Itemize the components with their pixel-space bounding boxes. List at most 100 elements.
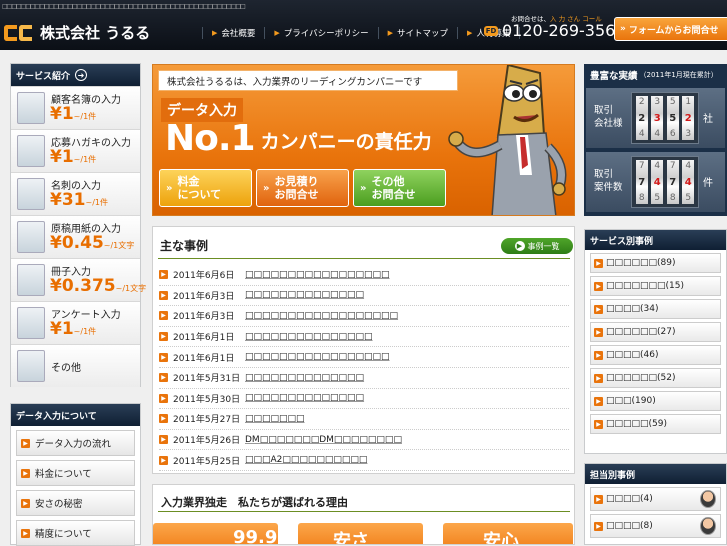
service-item-customer-list[interactable]: 顧客名簿の入力 ¥1~/1件	[11, 86, 140, 129]
avatar	[700, 490, 716, 508]
arrow-right-icon: ▶	[212, 29, 218, 37]
staff-link[interactable]: ▶ □□□□(8)	[590, 514, 721, 538]
hero-other-inquiry-button[interactable]: » その他 お問合せ	[353, 169, 446, 207]
case-link[interactable]: □□□A2□□□□□□□□□□	[245, 455, 367, 465]
case-row: ▶ 2011年6月1日 □□□□□□□□□□□□□□□	[159, 327, 569, 348]
logo-mark-icon	[4, 24, 34, 41]
arrow-right-icon: ▶	[594, 281, 603, 291]
case-link[interactable]: □□□□□□□□□□□□□□	[245, 393, 364, 403]
contact-form-button[interactable]: » フォームからお問合せ	[614, 17, 727, 41]
why-chosen-section: 入力業界独走 私たちが選ばれる理由 99.98 安さ 安心	[152, 484, 575, 545]
counter-digit: 224	[635, 96, 648, 140]
case-row: ▶ 2011年5月25日 □□□A2□□□□□□□□□□	[159, 450, 569, 471]
link-accuracy[interactable]: ▶ 精度について	[16, 520, 135, 546]
cases-by-service-panel: サービス別事例 ▶ □□□□□□(89) ▶ □□□□□□□(15) ▶ □□□□(3…	[584, 229, 727, 454]
case-link[interactable]: □□□□□□□□□□□□□□□□□	[245, 352, 390, 362]
case-link[interactable]: DM□□□□□□□DM□□□□□□□□	[245, 435, 402, 445]
arrow-right-icon: ▶	[21, 468, 30, 478]
service-category-link[interactable]: ▶ □□□□□□(52)	[590, 368, 721, 388]
arrow-right-icon: ▶	[274, 29, 280, 37]
cases-list-button[interactable]: ▶ 事例一覧	[501, 238, 573, 254]
postcard-icon	[17, 135, 45, 167]
divider	[158, 258, 570, 259]
service-item-business-card[interactable]: 名刺の入力 ¥31~/1件	[11, 172, 140, 215]
divider	[158, 511, 570, 512]
arrow-right-icon: ▶	[159, 373, 168, 383]
nav-company-profile[interactable]: ▶ 会社概要	[202, 27, 266, 39]
cases-title: 主な事例	[160, 239, 209, 253]
service-category-link[interactable]: ▶ □□□□□□(27)	[590, 322, 721, 342]
case-row: ▶ 2011年5月26日 DM□□□□□□□DM□□□□□□□□	[159, 430, 569, 451]
documents-icon	[17, 350, 45, 382]
arrow-right-icon: ▶	[21, 498, 30, 508]
staff-link[interactable]: ▶ □□□□(4)	[590, 487, 721, 511]
case-row: ▶ 2011年5月31日 □□□□□□□□□□□□□□	[159, 368, 569, 389]
arrow-right-icon: ▶	[159, 352, 168, 362]
case-link[interactable]: □□□□□□□	[245, 414, 305, 424]
main-cases-section: 主な事例 ▶ 事例一覧 ▶ 2011年6月6日 □□□□□□□□□□□□□□□□□ ▶…	[152, 226, 575, 474]
nav-sitemap[interactable]: ▶ サイトマップ	[379, 27, 459, 39]
service-item-postcard[interactable]: 応募ハガキの入力 ¥1~/1件	[11, 129, 140, 172]
reason-accuracy-text: 99.98	[233, 527, 290, 545]
arrow-right-icon: ▶	[159, 332, 168, 342]
arrow-right-icon: ▶	[21, 528, 30, 538]
hero-headline: No.1 カンパニーの責任力	[165, 118, 432, 159]
reason-safety-text: 安心	[483, 531, 519, 545]
service-item-manuscript[interactable]: 原稿用紙の入力 ¥0.45~/1文字	[11, 215, 140, 258]
case-row: ▶ 2011年6月3日 □□□□□□□□□□□□□□	[159, 286, 569, 307]
case-link[interactable]: □□□□□□□□□□□□□□□□□	[245, 270, 390, 280]
service-category-link[interactable]: ▶ □□□□(34)	[590, 299, 721, 319]
hero-estimate-button[interactable]: » お見積り お問合せ	[256, 169, 349, 207]
arrow-right-icon: ▶	[467, 29, 473, 37]
arrow-right-icon: ▶	[594, 419, 603, 429]
company-name: 株式会社 うるる	[40, 24, 151, 42]
link-low-cost-secret[interactable]: ▶ 安さの秘密	[16, 490, 135, 516]
services-header[interactable]: サービス紹介 ➜	[11, 64, 140, 86]
business-card-icon	[17, 178, 45, 210]
service-category-link[interactable]: ▶ □□□□□(59)	[590, 414, 721, 434]
service-category-link[interactable]: ▶ □□□□(46)	[590, 345, 721, 365]
service-category-link[interactable]: ▶ □□□□□□□(15)	[590, 276, 721, 296]
case-list: ▶ 2011年6月6日 □□□□□□□□□□□□□□□□□ ▶ 2011年6月3日 □□…	[159, 265, 569, 471]
counter-digit: 445	[682, 160, 695, 204]
about-header: データ入力について	[11, 404, 140, 426]
arrow-right-icon: ▶	[594, 373, 603, 383]
service-item-survey[interactable]: アンケート入力 ¥1~/1件	[11, 301, 140, 344]
case-link[interactable]: □□□□□□□□□□□□□□	[245, 290, 364, 300]
arrow-right-icon: ▶	[159, 414, 168, 424]
case-link[interactable]: □□□□□□□□□□□□□□	[245, 373, 364, 383]
double-chevron-icon: »	[360, 182, 367, 194]
arrow-right-icon: ▶	[159, 455, 168, 465]
tel-number[interactable]: FD 0120-269-356	[484, 21, 615, 40]
logo[interactable]: 株式会社 うるる	[4, 22, 150, 43]
arrow-right-icon: ▶	[159, 435, 168, 445]
counter-digit: 556	[666, 96, 679, 140]
link-entry-flow[interactable]: ▶ データ入力の流れ	[16, 430, 135, 456]
hero-pricing-button[interactable]: » 料金 について	[159, 169, 252, 207]
case-link[interactable]: □□□□□□□□□□□□□□□	[245, 332, 373, 342]
avatar	[700, 517, 716, 535]
counter-digit: 778	[635, 160, 648, 204]
arrow-right-icon: ▶	[387, 29, 394, 37]
case-row: ▶ 2011年6月1日 □□□□□□□□□□□□□□□□□	[159, 347, 569, 368]
hero-caption: 株式会社うるるは、入力業界のリーディングカンパニーです	[158, 70, 458, 91]
arrow-right-icon: ▶	[594, 350, 603, 360]
link-pricing[interactable]: ▶ 料金について	[16, 460, 135, 486]
arrow-right-icon: ▶	[594, 258, 603, 268]
booklet-icon	[17, 264, 45, 296]
achievements-panel: 豊富な実績 （2011年1月現在累計） 取引 会社様 224 334 556 123…	[584, 64, 727, 216]
cases-by-staff-panel: 担当別事例 ▶ □□□□(4) ▶ □□□□(8)	[584, 463, 727, 545]
arrow-right-icon: ▶	[159, 270, 168, 280]
survey-icon	[17, 307, 45, 339]
service-item-booklet[interactable]: 冊子入力 ¥0.375~/1文字	[11, 258, 146, 301]
reason-low-cost-text: 安さ	[333, 531, 369, 545]
binder-icon	[17, 92, 45, 124]
double-chevron-icon: »	[620, 24, 626, 34]
service-category-link[interactable]: ▶ □□□(190)	[590, 391, 721, 411]
arrow-right-icon: ▶	[514, 241, 525, 251]
counter-digit: 334	[651, 96, 664, 140]
service-item-other[interactable]: その他	[11, 344, 140, 387]
service-category-link[interactable]: ▶ □□□□□□(89)	[590, 253, 721, 273]
nav-privacy-policy[interactable]: ▶ プライバシーポリシー	[265, 27, 379, 39]
case-link[interactable]: □□□□□□□□□□□□□□□□□□	[245, 311, 398, 321]
